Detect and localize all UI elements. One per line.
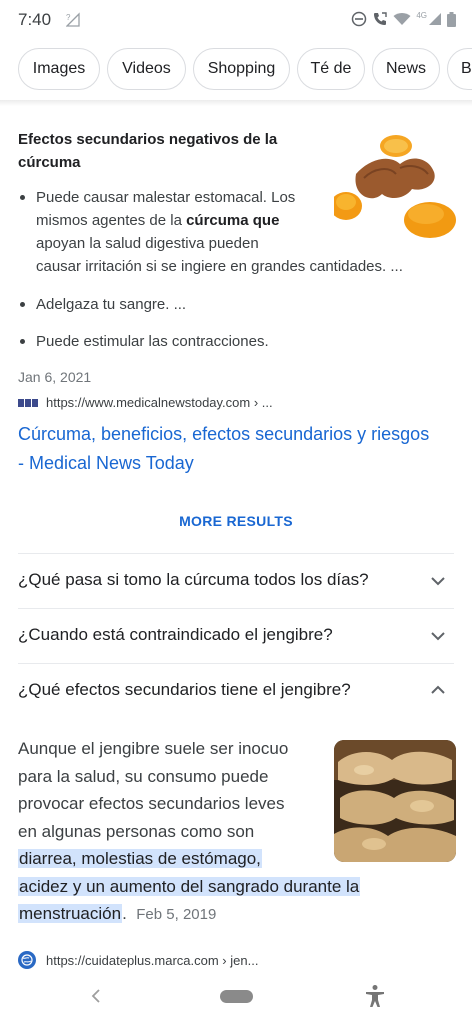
snippet-date: Jan 6, 2021 [18,369,92,385]
answer-text: Aunque el jengibre suele ser inocuo para… [18,735,361,929]
bullet1-line2: mismos agentes de la [36,212,187,229]
answer-period: . [122,904,127,923]
call-forward-icon [374,12,388,25]
battery-icon [447,11,456,27]
bullet1-bold: cúrcuma que [186,212,280,229]
source-breadcrumb[interactable]: https://www.medicalnewstoday.com › ... [18,395,273,410]
status-time: 7:40 [18,10,52,29]
answer-date: Feb 5, 2019 [136,906,217,923]
chevron-up-icon[interactable] [430,682,446,698]
chip-videos[interactable]: Videos [107,48,186,90]
snippet-title-line1: Efectos secundarios negativos de la [18,131,278,148]
source-url: https://www.medicalnewstoday.com › ... [46,395,273,410]
chevron-down-icon[interactable] [430,628,446,644]
wifi-icon [393,13,411,25]
bullet1-line1: Puede causar malestar estomacal. Los [36,189,296,206]
related-question-2[interactable]: ¿Cuando está contraindicado el jengibre? [18,625,333,645]
status-bar: 7:40 ? 4G [0,0,472,40]
result-link-line1: Cúrcuma, beneficios, efectos secundarios… [18,424,430,444]
chip-more[interactable]: B [447,48,472,90]
divider [18,608,454,609]
snippet-title: Efectos secundarios negativos de la cúrc… [18,128,318,174]
snippet-title-line2: cúrcuma [18,154,81,171]
chip-te-de[interactable]: Té de [297,48,365,90]
answer-highlight-line1: diarrea, molestias de estómago, [18,849,262,868]
back-icon[interactable] [88,988,104,1004]
bullet-dot [20,339,25,344]
home-pill[interactable] [220,990,253,1003]
answer-highlight-line2: acidez y un aumento del sangrado durante… [18,876,361,896]
ginger-photo-icon [334,740,456,862]
result-link-line2: - Medical News Today [18,453,194,473]
globe-favicon-icon [18,951,36,969]
divider [18,663,454,664]
signal-off-icon: ? [66,12,80,27]
network-type-label: 4G [416,11,427,20]
related-question-3[interactable]: ¿Qué efectos secundarios tiene el jengib… [18,680,351,700]
chevron-down-icon[interactable] [430,573,446,589]
result-title-link[interactable]: Cúrcuma, beneficios, efectos secundarios… [18,420,458,478]
answer-highlight-line3: menstruación [18,904,123,923]
do-not-disturb-icon [352,11,367,27]
accessibility-icon[interactable] [364,984,386,1008]
answer-source-breadcrumb[interactable]: https://cuidateplus.marca.com › jen... [18,951,258,969]
chips-shadow [0,100,472,106]
answer-line2: para la salud, su consumo puede [18,766,269,786]
search-filter-chips: Images Videos Shopping Té de News B [0,48,472,94]
ginger-image[interactable] [334,740,456,862]
cell-signal-icon [429,13,441,25]
bullet-dot [20,195,25,200]
chip-shopping[interactable]: Shopping [193,48,290,90]
related-question-1[interactable]: ¿Qué pasa si tomo la cúrcuma todos los d… [18,570,369,590]
bullet1-line4: causar irritación si se ingiere en grand… [36,258,403,275]
divider [18,553,454,554]
answer-line1: Aunque el jengibre suele ser inocuo [18,739,289,758]
answer-line4: en algunas personas como son [18,821,255,841]
answer-line3: provocar efectos secundarios leves [18,794,285,813]
bullet3-text: Puede estimular las contracciones. [36,333,269,350]
bullet2-text: Adelgaza tu sangre. ... [36,296,187,313]
chip-images[interactable]: Images [18,48,100,90]
svg-text:?: ? [66,13,71,22]
status-icons: 4G [351,11,456,27]
bullet-dot [20,302,25,307]
bullet1-line3: apoyan la salud digestiva pueden [36,235,259,252]
answer-source-url: https://cuidateplus.marca.com › jen... [46,952,259,968]
medicalnewstoday-favicon-icon [18,398,38,407]
chip-news[interactable]: News [372,48,440,90]
more-results-button[interactable]: MORE RESULTS [0,513,472,529]
system-navigation-bar [0,970,472,1024]
